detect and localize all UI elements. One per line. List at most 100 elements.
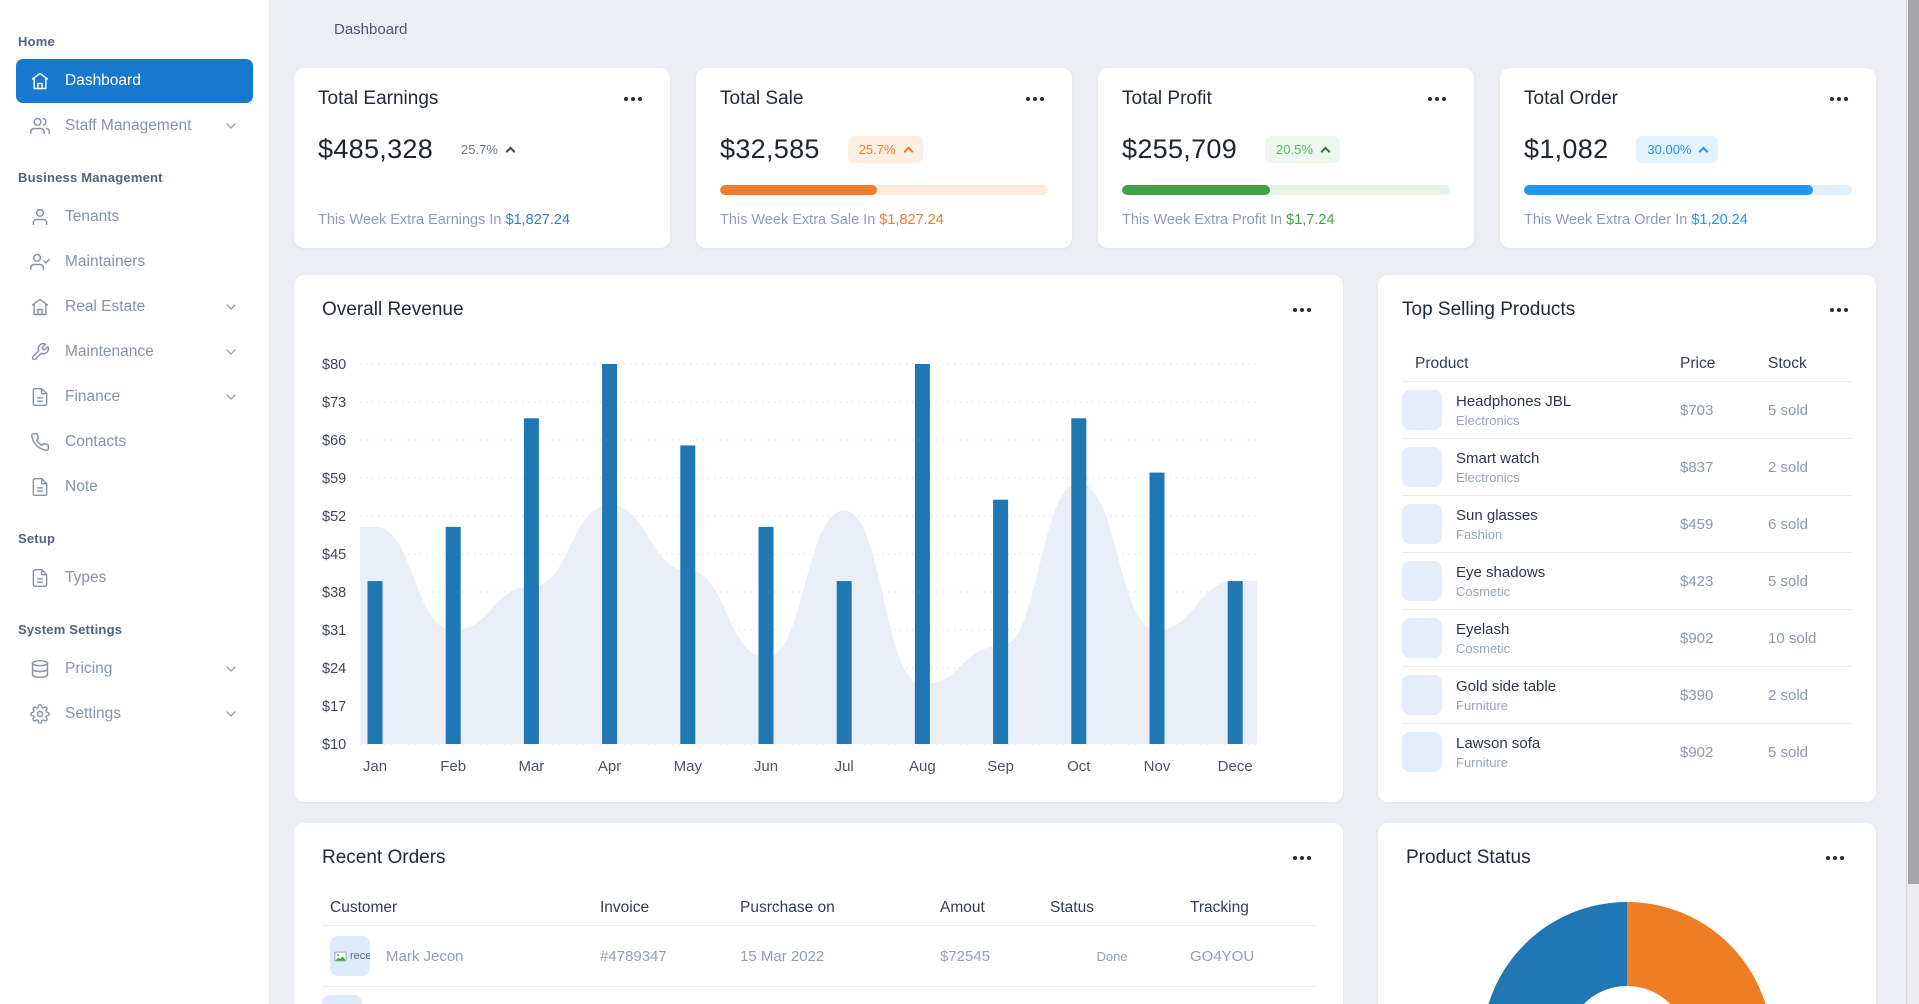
svg-text:Mar: Mar bbox=[518, 758, 544, 775]
sidebar-item-label: Tenants bbox=[65, 208, 120, 225]
svg-text:Dece: Dece bbox=[1218, 758, 1253, 775]
more-options-button[interactable] bbox=[620, 92, 646, 106]
dashboard-page: Home Dashboard Staff Management Business… bbox=[0, 0, 1919, 1004]
chevron-up-icon bbox=[1699, 146, 1709, 157]
stat-card-title: Total Sale bbox=[720, 88, 804, 109]
product-name: Eye shadows bbox=[1456, 563, 1546, 581]
change-badge: 20.5% bbox=[1265, 136, 1340, 163]
product-price: $390 bbox=[1680, 686, 1714, 704]
more-options-button[interactable] bbox=[1826, 92, 1852, 106]
scrollbar[interactable] bbox=[1906, 0, 1919, 1004]
product-category: Fashion bbox=[1456, 526, 1503, 542]
svg-text:$31: $31 bbox=[322, 623, 346, 639]
customer-avatar-broken-image: rece bbox=[330, 936, 370, 976]
product-thumbnail bbox=[1402, 561, 1442, 601]
svg-text:$66: $66 bbox=[322, 433, 346, 449]
svg-text:May: May bbox=[674, 758, 703, 775]
product-name: Lawson sofa bbox=[1456, 734, 1541, 752]
change-badge: 25.7% bbox=[847, 136, 923, 163]
sidebar-item-label: Staff Management bbox=[65, 117, 192, 134]
product-stock: 5 sold bbox=[1768, 743, 1809, 761]
column-header-pusrchase-on: Pusrchase on bbox=[740, 899, 835, 916]
sidebar-item-pricing[interactable]: Pricing bbox=[16, 647, 253, 691]
chevron-down-icon bbox=[223, 299, 239, 315]
sidebar-item-label: Types bbox=[65, 569, 107, 586]
gear-icon bbox=[30, 704, 50, 724]
product-row-eyelash[interactable]: Eyelash Cosmetic $902 10 sold bbox=[1378, 610, 1876, 666]
product-stock: 5 sold bbox=[1768, 401, 1809, 419]
stat-value: $485,328 bbox=[318, 134, 434, 164]
column-header-tracking: Tracking bbox=[1190, 899, 1249, 916]
product-price: $902 bbox=[1680, 743, 1714, 761]
avatar-alt-text: rece bbox=[350, 950, 370, 962]
panel-title: Overall Revenue bbox=[322, 299, 464, 320]
product-row-smart-watch[interactable]: Smart watch Electronics $837 2 sold bbox=[1378, 439, 1876, 495]
stat-card-total-earnings: Total Earnings $485,328 25.7% This Week … bbox=[294, 68, 670, 248]
overall-revenue-panel: $80 $73 $66 $59 $52 $45 $38 $31 $24 $17 $10 Jan Feb M… bbox=[294, 275, 1343, 802]
column-header-amout: Amout bbox=[940, 899, 985, 916]
sidebar-item-label: Note bbox=[65, 478, 98, 495]
stat-card-title: Total Profit bbox=[1122, 88, 1212, 109]
sidebar-item-maintenance[interactable]: Maintenance bbox=[16, 330, 253, 374]
chevron-up-icon bbox=[903, 146, 914, 157]
product-stock: 6 sold bbox=[1768, 515, 1809, 533]
sidebar-item-types[interactable]: Types bbox=[16, 556, 253, 600]
breadcrumb: Dashboard bbox=[334, 21, 408, 38]
sidebar-item-tenants[interactable]: Tenants bbox=[16, 195, 253, 239]
product-name: Gold side table bbox=[1456, 677, 1557, 695]
product-category: Cosmetic bbox=[1456, 583, 1511, 599]
progress-fill bbox=[1122, 185, 1270, 195]
sidebar-item-settings[interactable]: Settings bbox=[16, 692, 253, 736]
svg-text:Aug: Aug bbox=[909, 758, 936, 775]
order-status: Done bbox=[1096, 948, 1128, 964]
file-icon bbox=[30, 568, 50, 588]
file-icon bbox=[30, 387, 50, 407]
svg-text:Jun: Jun bbox=[754, 758, 778, 775]
product-row-lawson-sofa[interactable]: Lawson sofa Furniture $902 5 sold bbox=[1378, 724, 1876, 780]
stat-card-title: Total Earnings bbox=[318, 88, 439, 109]
wrench-icon bbox=[30, 342, 50, 362]
product-thumbnail bbox=[1402, 390, 1442, 430]
product-row-sun-glasses[interactable]: Sun glasses Fashion $459 6 sold bbox=[1378, 496, 1876, 552]
more-options-button[interactable] bbox=[1822, 851, 1848, 865]
svg-text:Nov: Nov bbox=[1144, 758, 1171, 775]
sidebar-item-note[interactable]: Note bbox=[16, 465, 253, 509]
order-purchase-date: 15 Mar 2022 bbox=[740, 947, 825, 965]
product-row-gold-side-table[interactable]: Gold side table Furniture $390 2 sold bbox=[1378, 667, 1876, 723]
svg-text:$59: $59 bbox=[322, 471, 346, 487]
sidebar-item-real-estate[interactable]: Real Estate bbox=[16, 285, 253, 329]
sidebar-item-dashboard[interactable]: Dashboard bbox=[16, 59, 253, 103]
sidebar-item-contacts[interactable]: Contacts bbox=[16, 420, 253, 464]
more-options-button[interactable] bbox=[1022, 92, 1048, 106]
sidebar-item-maintainers[interactable]: Maintainers bbox=[16, 240, 253, 284]
order-row-partial bbox=[294, 995, 1343, 1004]
product-thumbnail bbox=[1402, 447, 1442, 487]
product-row-eye-shadows[interactable]: Eye shadows Cosmetic $423 5 sold bbox=[1378, 553, 1876, 609]
svg-text:Apr: Apr bbox=[598, 758, 621, 775]
more-options-button[interactable] bbox=[1826, 303, 1852, 317]
users-icon bbox=[30, 116, 50, 136]
stat-card-total-order: Total Order $1,082 30.00% This Week Extr… bbox=[1500, 68, 1876, 248]
more-options-button[interactable] bbox=[1289, 851, 1315, 865]
svg-text:$24: $24 bbox=[322, 661, 346, 677]
svg-text:Jul: Jul bbox=[835, 758, 854, 775]
product-stock: 2 sold bbox=[1768, 458, 1809, 476]
chevron-down-icon bbox=[223, 118, 239, 134]
scrollbar-thumb[interactable] bbox=[1908, 0, 1919, 884]
svg-text:$80: $80 bbox=[322, 357, 346, 373]
sidebar-item-finance[interactable]: Finance bbox=[16, 375, 253, 419]
sidebar-item-label: Real Estate bbox=[65, 298, 146, 315]
svg-text:$17: $17 bbox=[322, 699, 346, 715]
order-row[interactable]: rece Mark Jecon #4789347 15 Mar 2022 $72… bbox=[294, 926, 1343, 986]
order-tracking: GO4YOU bbox=[1190, 947, 1255, 965]
product-stock: 2 sold bbox=[1768, 686, 1809, 704]
sidebar-item-staff-management[interactable]: Staff Management bbox=[16, 104, 253, 148]
more-options-button[interactable] bbox=[1289, 303, 1315, 317]
more-options-button[interactable] bbox=[1424, 92, 1450, 106]
file-icon bbox=[30, 477, 50, 497]
product-price: $837 bbox=[1680, 458, 1714, 476]
progress-track bbox=[1524, 185, 1852, 195]
orders-table-header: Customer Invoice Pusrchase on Amout Status Tr… bbox=[294, 891, 1343, 925]
product-row-headphones-jbl[interactable]: Headphones JBL Electronics $703 5 sold bbox=[1378, 382, 1876, 438]
sidebar-item-label: Pricing bbox=[65, 660, 113, 677]
